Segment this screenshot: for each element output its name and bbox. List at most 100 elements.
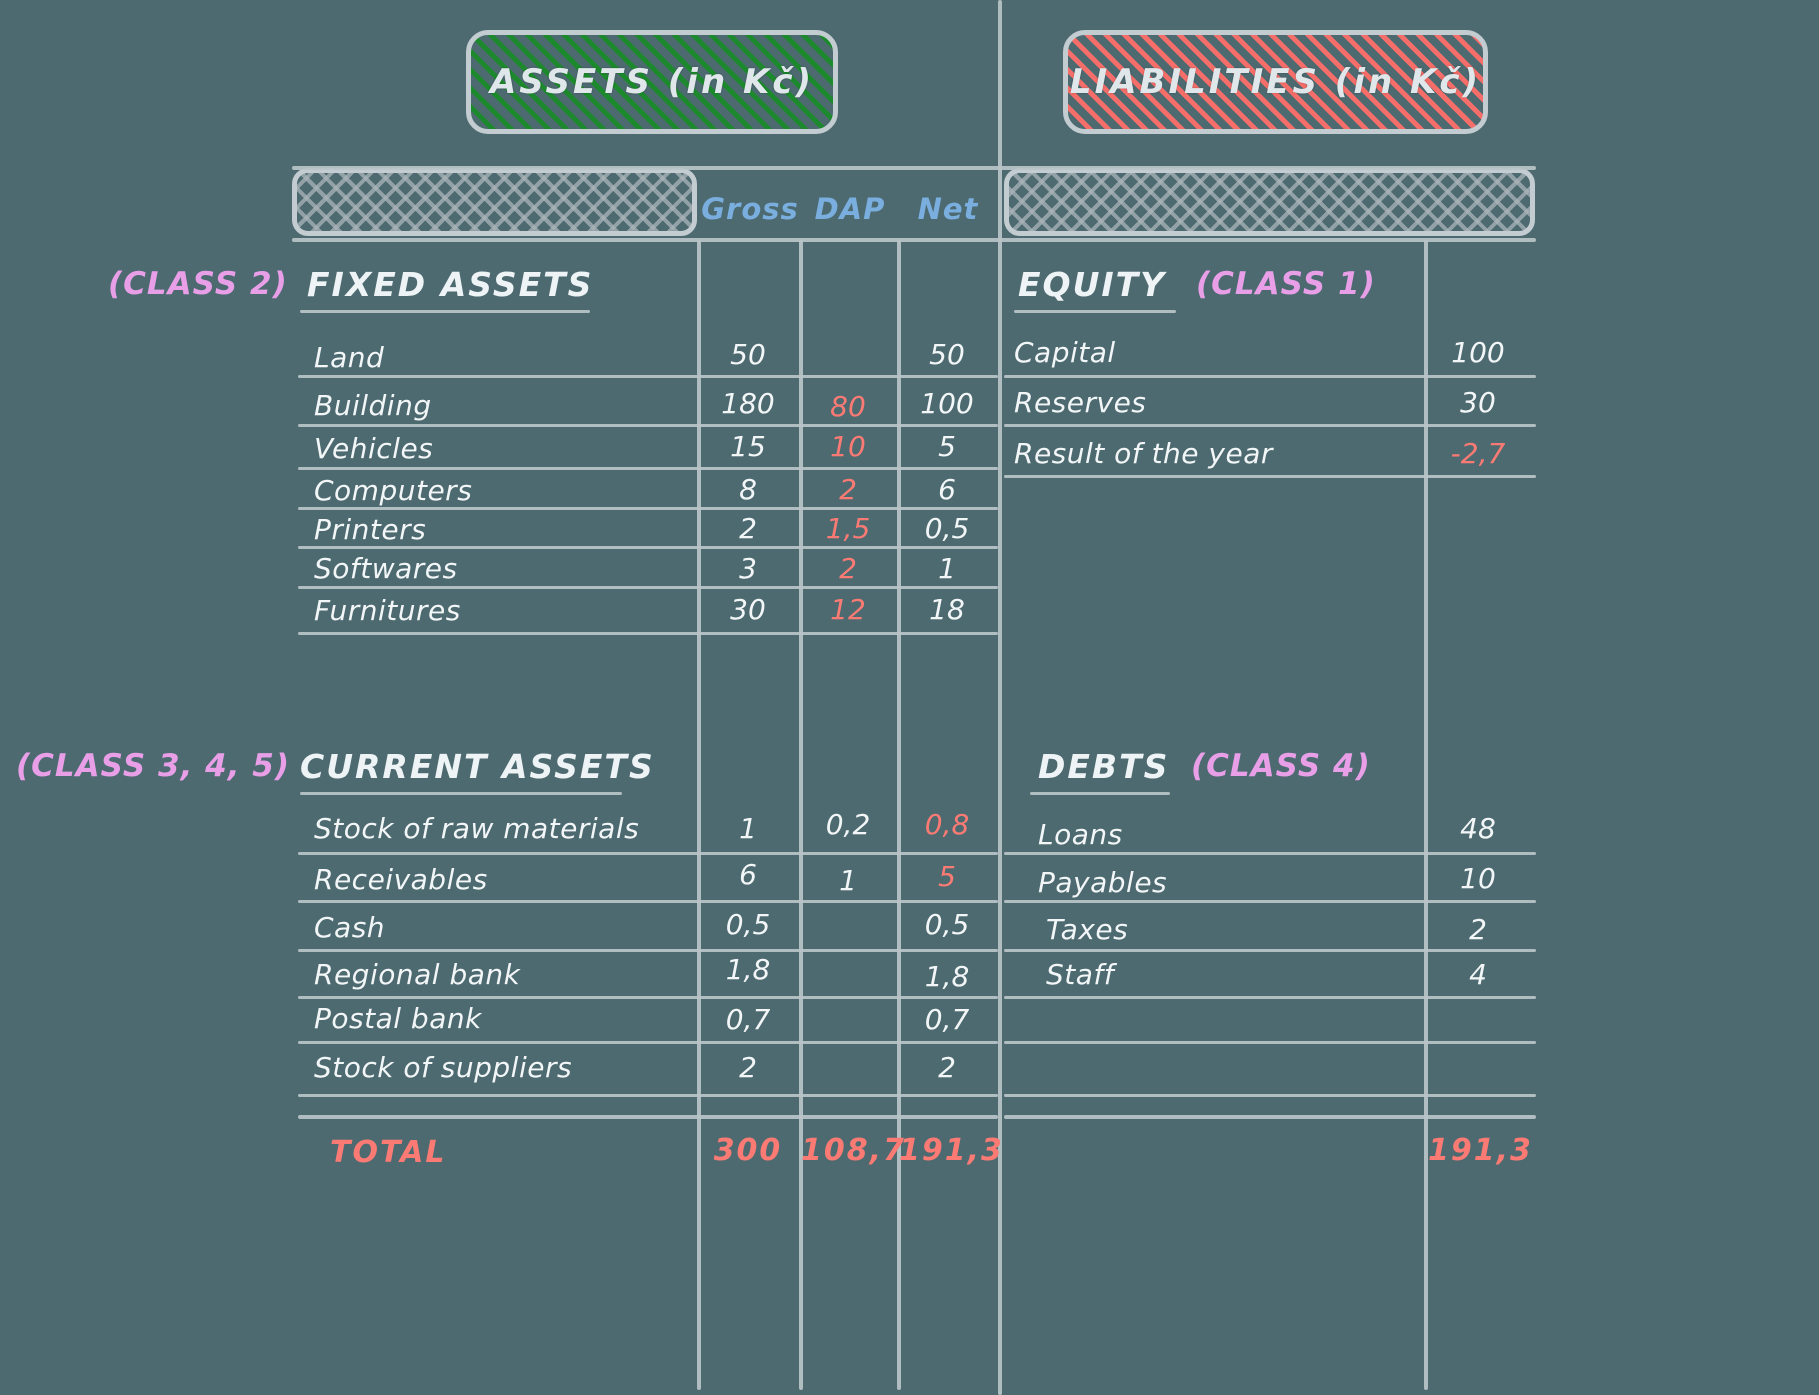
- header-bottom-rule: [292, 238, 1536, 242]
- assets-total-dap: 108,7: [801, 1133, 906, 1168]
- asset-row-gross: 8: [739, 473, 757, 506]
- liability-row-rule: [1004, 424, 1536, 427]
- asset-row-dap: 2: [839, 552, 857, 585]
- asset-row-gross: 3: [739, 552, 757, 585]
- asset-row-label: Receivables: [314, 863, 488, 896]
- asset-row-rule: [298, 586, 998, 589]
- center-divider: [998, 0, 1002, 1395]
- column-header-dap: DAP: [814, 192, 886, 226]
- balance-sheet-canvas: ASSETS (in Kč) LIABILITIES (in Kč) Gross…: [0, 0, 1819, 1395]
- asset-row-rule: [298, 900, 998, 903]
- asset-row-rule: [298, 424, 998, 427]
- asset-row-label: Land: [314, 341, 385, 374]
- asset-row-net: 18: [929, 593, 965, 626]
- liability-row-label: Staff: [1046, 958, 1115, 991]
- current-assets-class-tag: (CLASS 3, 4, 5): [16, 748, 291, 784]
- asset-row-rule: [298, 467, 998, 470]
- liabilities-header-bar: [1004, 168, 1535, 236]
- asset-row-gross: 6: [739, 858, 757, 891]
- current-assets-closing-rule: [298, 1094, 998, 1097]
- asset-row-net: 50: [929, 338, 965, 371]
- asset-row-net: 0,5: [924, 908, 970, 941]
- asset-row-net: 1,8: [924, 960, 970, 993]
- asset-row-dap: 80: [830, 390, 866, 423]
- current-assets-title-underline: [300, 792, 622, 795]
- asset-row-label: Cash: [314, 911, 386, 944]
- liability-row-value: 100: [1451, 336, 1505, 369]
- asset-row-gross: 1: [739, 812, 757, 845]
- current-assets-title: CURRENT ASSETS: [300, 747, 655, 786]
- asset-row-gross: 15: [730, 430, 766, 463]
- asset-row-net: 0,8: [924, 808, 970, 841]
- asset-row-gross: 180: [721, 387, 775, 420]
- liability-row-label: Capital: [1014, 336, 1116, 369]
- liability-row-rule: [1004, 375, 1536, 378]
- liability-row-value: 30: [1460, 386, 1496, 419]
- asset-row-net: 0,7: [924, 1003, 970, 1036]
- column-header-gross: Gross: [701, 192, 799, 226]
- asset-row-label: Building: [314, 389, 432, 422]
- asset-row-dap: 2: [839, 473, 857, 506]
- asset-row-label: Stock of suppliers: [314, 1051, 573, 1084]
- liability-row-value: 2: [1469, 913, 1487, 946]
- asset-row-rule: [298, 949, 998, 952]
- liability-row-value: 10: [1460, 862, 1496, 895]
- assets-header-bar: [292, 168, 697, 236]
- assets-title-text: ASSETS (in Kč): [489, 62, 815, 102]
- fixed-assets-class-tag: (CLASS 2): [108, 266, 288, 302]
- asset-row-dap: 0,2: [825, 808, 871, 841]
- liability-row-rule: [1004, 852, 1536, 855]
- liability-row-label: Loans: [1038, 818, 1123, 851]
- liabilities-total-value: 191,3: [1428, 1133, 1533, 1168]
- liability-row-value: 48: [1460, 812, 1496, 845]
- assets-total-net: 191,3: [899, 1133, 1004, 1168]
- column-header-net: Net: [917, 192, 979, 226]
- asset-row-dap: 1: [839, 864, 857, 897]
- asset-row-dap: 12: [830, 593, 866, 626]
- liability-row-rule: [1004, 1094, 1536, 1097]
- debts-title-underline: [1030, 792, 1170, 795]
- asset-row-gross: 2: [739, 1051, 757, 1084]
- asset-row-rule: [298, 546, 998, 549]
- asset-row-net: 2: [938, 1051, 956, 1084]
- asset-row-gross: 2: [739, 512, 757, 545]
- liability-row-label: Taxes: [1046, 913, 1129, 946]
- asset-row-gross: 0,7: [725, 1003, 771, 1036]
- fixed-assets-title-underline: [300, 310, 590, 313]
- asset-row-label: Printers: [314, 513, 427, 546]
- asset-row-rule: [298, 507, 998, 510]
- fixed-assets-closing-rule: [298, 632, 998, 635]
- asset-row-dap: 10: [830, 430, 866, 463]
- liability-row-rule: [1004, 900, 1536, 903]
- asset-row-label: Softwares: [314, 552, 458, 585]
- liability-row-rule: [1004, 1041, 1536, 1044]
- asset-row-rule: [298, 996, 998, 999]
- asset-row-net: 1: [938, 552, 956, 585]
- assets-title-chip: ASSETS (in Kč): [466, 30, 838, 134]
- liabilities-total-top-rule: [1004, 1115, 1536, 1119]
- liability-row-label: Result of the year: [1014, 437, 1273, 470]
- asset-row-gross: 0,5: [725, 908, 771, 941]
- asset-row-label: Postal bank: [314, 1002, 482, 1035]
- asset-row-rule: [298, 375, 998, 378]
- liability-row-value: 4: [1469, 958, 1487, 991]
- asset-row-net: 0,5: [924, 512, 970, 545]
- equity-class-tag: (CLASS 1): [1196, 266, 1376, 302]
- asset-row-net: 5: [938, 860, 956, 893]
- assets-total-gross: 300: [713, 1133, 783, 1168]
- asset-row-net: 100: [920, 387, 974, 420]
- asset-row-rule: [298, 852, 998, 855]
- liability-row-rule: [1004, 996, 1536, 999]
- asset-row-gross: 30: [730, 593, 766, 626]
- asset-row-rule: [298, 1041, 998, 1044]
- liability-row-rule: [1004, 475, 1536, 478]
- asset-row-dap: 1,5: [825, 512, 871, 545]
- asset-row-net: 6: [938, 473, 956, 506]
- debts-class-tag: (CLASS 4): [1191, 748, 1371, 784]
- liability-row-value: -2,7: [1450, 437, 1506, 470]
- asset-row-gross: 50: [730, 338, 766, 371]
- liabilities-title-chip: LIABILITIES (in Kč): [1063, 30, 1488, 134]
- liability-row-rule: [1004, 949, 1536, 952]
- asset-row-label: Stock of raw materials: [314, 812, 640, 845]
- asset-row-label: Vehicles: [314, 432, 434, 465]
